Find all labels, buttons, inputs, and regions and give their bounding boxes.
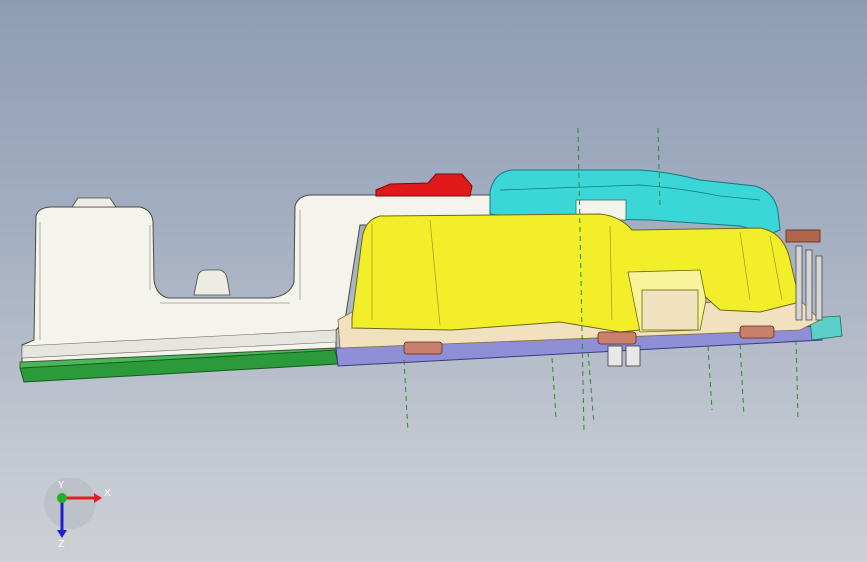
red-part[interactable] <box>375 173 473 197</box>
right-end-fixtures <box>795 245 823 321</box>
orientation-triad[interactable]: X Z Y <box>40 478 120 548</box>
brown-end-fixture[interactable] <box>785 229 821 243</box>
triad-x-arrow <box>94 493 102 503</box>
yellow-cover-slot <box>641 289 699 331</box>
triad-z-label: Z <box>58 539 65 548</box>
white-housing-boss-left <box>71 197 117 208</box>
cad-3d-viewport[interactable]: X Z Y <box>0 0 867 562</box>
triad-x-label: X <box>104 488 111 499</box>
triad-y-label: Y <box>57 480 65 491</box>
cad-model-view[interactable] <box>0 0 867 562</box>
triad-z-arrow <box>57 530 67 538</box>
white-housing-boss-mid <box>193 269 231 296</box>
triad-shadow <box>44 478 96 529</box>
triad-y-axis-dot <box>57 493 67 503</box>
